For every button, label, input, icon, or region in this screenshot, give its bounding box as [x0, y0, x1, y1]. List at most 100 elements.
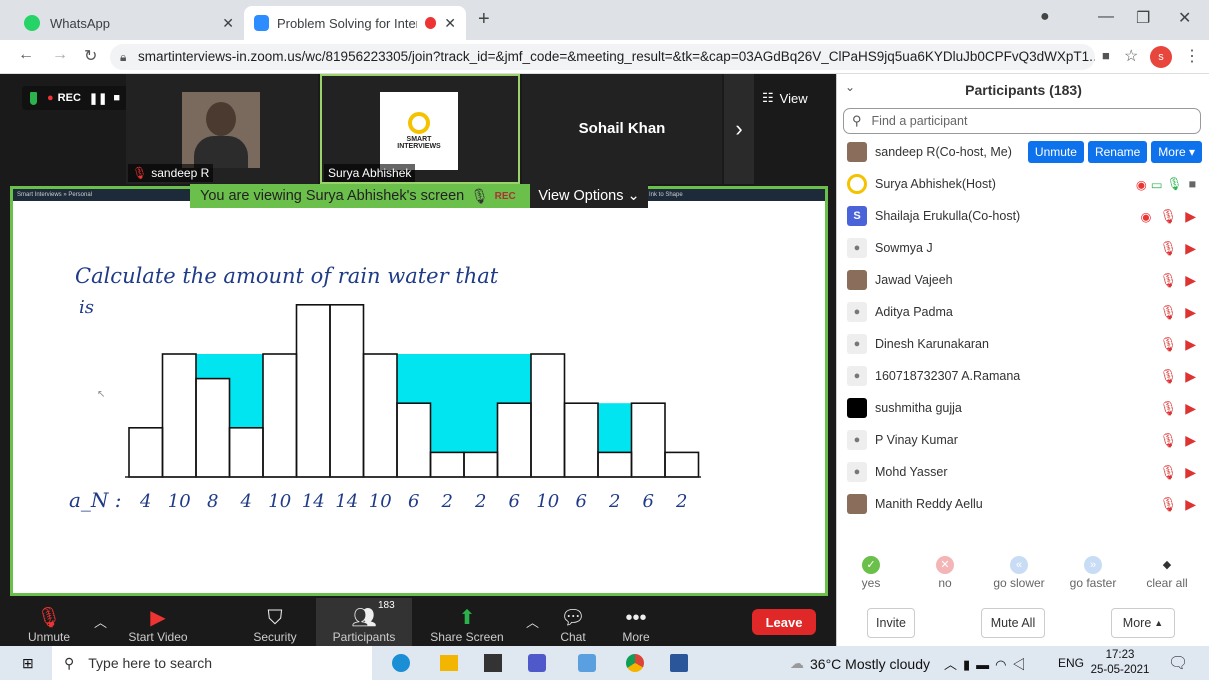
shield-icon: ⛉ [267, 607, 283, 629]
participant-row[interactable]: ● Dinesh Karunakaran 🎙︎ ▶︎ [837, 328, 1209, 360]
close-tab-icon[interactable]: ✕ [444, 15, 456, 32]
back-button[interactable]: ← [18, 46, 34, 64]
participant-row[interactable]: ● Mohd Yasser 🎙︎ ▶︎ [837, 456, 1209, 488]
reaction-icon: ◆ [1162, 559, 1172, 571]
participants-panel: ⌄ Participants (183) ⚲ Find a participan… [836, 74, 1209, 646]
more-icon: ••• [625, 607, 647, 629]
pause-icon[interactable]: ❚❚ [89, 92, 107, 105]
next-page-button[interactable]: › [724, 74, 754, 184]
profile-avatar[interactable]: s [1150, 46, 1172, 68]
participant-row[interactable]: ● Aditya Padma 🎙︎ ▶︎ [837, 296, 1209, 328]
app-icon[interactable] [578, 654, 596, 672]
zoom-icon [254, 15, 269, 31]
participant-more-button[interactable]: More ▾ [1151, 141, 1202, 163]
participant-name: Surya Abhishek(Host) [875, 177, 996, 191]
recording-indicator-icon [425, 17, 437, 29]
video-off-icon: ▶︎ [150, 607, 166, 629]
panel-more-button[interactable]: More ▲ [1111, 608, 1175, 638]
water-cell [464, 354, 498, 453]
video-tile-sohail[interactable]: Sohail Khan [522, 74, 722, 184]
stop-icon[interactable]: ■ [113, 92, 120, 104]
reaction-go-slower[interactable]: « go slower [989, 556, 1049, 590]
close-window-button[interactable]: ✕ [1178, 8, 1191, 28]
participant-row[interactable]: sandeep R(Co-host, Me) Unmute Rename More ▾ [837, 136, 1209, 168]
tab-label: WhatsApp [50, 15, 110, 31]
view-button[interactable]: ☷ View [762, 86, 808, 110]
audio-options-caret[interactable]: ︿ [94, 612, 107, 631]
share-screen-button[interactable]: ⬆ Share Screen [426, 598, 508, 646]
windows-start-icon[interactable]: ⊞ [22, 655, 34, 672]
participant-row[interactable]: ● 160718732307 A.Ramana 🎙︎ ▶︎ [837, 360, 1209, 392]
reaction-clear-all[interactable]: ◆ clear all [1137, 556, 1197, 590]
participant-row[interactable]: Surya Abhishek(Host) ◉ ▭ 🎙︎ ■ [837, 168, 1209, 200]
profile-menu-icon[interactable]: ● [1040, 8, 1050, 26]
participant-name: Sowmya J [875, 241, 933, 255]
notifications-icon[interactable]: 🗨︎ [1168, 653, 1188, 673]
search-icon: ⚲ [64, 654, 75, 671]
video-tile-surya[interactable]: SMART INTERVIEWS Surya Abhishek [320, 74, 520, 184]
leave-button[interactable]: Leave [752, 609, 816, 635]
value-label: 4 [240, 491, 252, 512]
camera-icon[interactable]: ■ [1102, 48, 1110, 63]
file-explorer-icon[interactable] [440, 655, 458, 671]
mic-off-icon: 🎙︎ [36, 607, 62, 629]
taskbar-search-input[interactable]: ⚲ Type here to search [52, 646, 372, 680]
view-options-button[interactable]: View Options ⌄ [530, 184, 648, 208]
mic-off-icon: 🎙︎ [470, 188, 489, 205]
participant-row[interactable]: sushmitha gujja 🎙︎ ▶︎ [837, 392, 1209, 424]
teams-icon[interactable] [528, 654, 546, 672]
rename-button[interactable]: Rename [1087, 141, 1148, 163]
share-options-caret[interactable]: ︿ [526, 612, 539, 631]
reload-button[interactable]: ↻ [84, 46, 97, 66]
invite-button[interactable]: Invite [867, 608, 915, 638]
close-tab-icon[interactable]: ✕ [222, 15, 234, 32]
restore-button[interactable]: ❐ [1136, 8, 1150, 28]
tab-zoom[interactable]: Problem Solving for Intervie ✕ [244, 6, 466, 40]
bookmark-star-icon[interactable]: ☆ [1124, 46, 1138, 66]
mic-off-icon: 🎙︎ [1159, 399, 1178, 416]
value-label: 6 [408, 491, 419, 512]
browser-menu-icon[interactable]: ⋮ [1184, 46, 1200, 66]
reaction-no[interactable]: ✕ no [915, 556, 975, 590]
reaction-go-faster[interactable]: » go faster [1063, 556, 1123, 590]
reaction-yes[interactable]: ✓ yes [841, 556, 901, 590]
weather-widget[interactable]: ☁ 36°C Mostly cloudy [790, 655, 930, 672]
chat-button[interactable]: 💬︎ Chat [548, 598, 598, 646]
video-off-icon: ▶︎ [1185, 271, 1196, 288]
share-screen-icon: ⬆ [458, 607, 476, 629]
browser-tab-bar: WhatsApp ✕ Problem Solving for Intervie … [0, 0, 1209, 40]
participant-row[interactable]: S Shailaja Erukulla(Co-host) ◉ 🎙︎ ▶︎ [837, 200, 1209, 232]
participant-search-input[interactable]: ⚲ Find a participant [843, 108, 1201, 134]
mic-off-icon: 🎙︎ [1159, 463, 1178, 480]
word-icon[interactable] [670, 654, 688, 672]
participant-row[interactable]: ● Sowmya J 🎙︎ ▶︎ [837, 232, 1209, 264]
more-button[interactable]: ••• More [610, 598, 662, 646]
handwritten-line-2: is [79, 297, 94, 318]
participant-row[interactable]: Jawad Vajeeh 🎙︎ ▶︎ [837, 264, 1209, 296]
start-video-button[interactable]: ▶︎ Start Video [118, 598, 198, 646]
tab-whatsapp[interactable]: WhatsApp ✕ [14, 6, 244, 40]
minimize-button[interactable]: — [1098, 8, 1114, 26]
water-cell [229, 354, 263, 428]
edge-icon[interactable] [392, 654, 410, 672]
security-button[interactable]: ⛉ Security [242, 598, 308, 646]
participant-row[interactable]: Manith Reddy Aellu 🎙︎ ▶︎ [837, 488, 1209, 520]
store-icon[interactable] [484, 654, 502, 672]
video-off-icon: ▶︎ [1185, 239, 1196, 256]
mute-all-button[interactable]: Mute All [981, 608, 1045, 638]
participant-row[interactable]: ● P Vinay Kumar 🎙︎ ▶︎ [837, 424, 1209, 456]
forward-button[interactable]: → [52, 46, 68, 64]
clock[interactable]: 17:23 25-05-2021 [1090, 648, 1150, 678]
participants-button[interactable]: 👥︎ 183 Participants [316, 598, 412, 646]
video-tile-sandeep[interactable]: 🎙︎ sandeep R [126, 74, 318, 184]
language-indicator[interactable]: ENG [1058, 656, 1084, 670]
unmute-button[interactable]: 🎙︎ Unmute [20, 598, 78, 646]
recording-badge[interactable]: ● REC ❚❚ ■ [22, 86, 128, 110]
unmute-participant-button[interactable]: Unmute [1027, 141, 1084, 163]
mic-off-icon: 🎙︎ [132, 166, 148, 180]
chrome-icon[interactable] [626, 654, 644, 672]
new-tab-button[interactable]: + [478, 8, 490, 31]
system-tray-icons[interactable]: ︿▮▬◠◁ [944, 654, 1032, 673]
water-cell [430, 354, 464, 453]
url-input[interactable]: 🔒︎ smartinterviews-in.zoom.us/wc/8195622… [110, 44, 1095, 70]
